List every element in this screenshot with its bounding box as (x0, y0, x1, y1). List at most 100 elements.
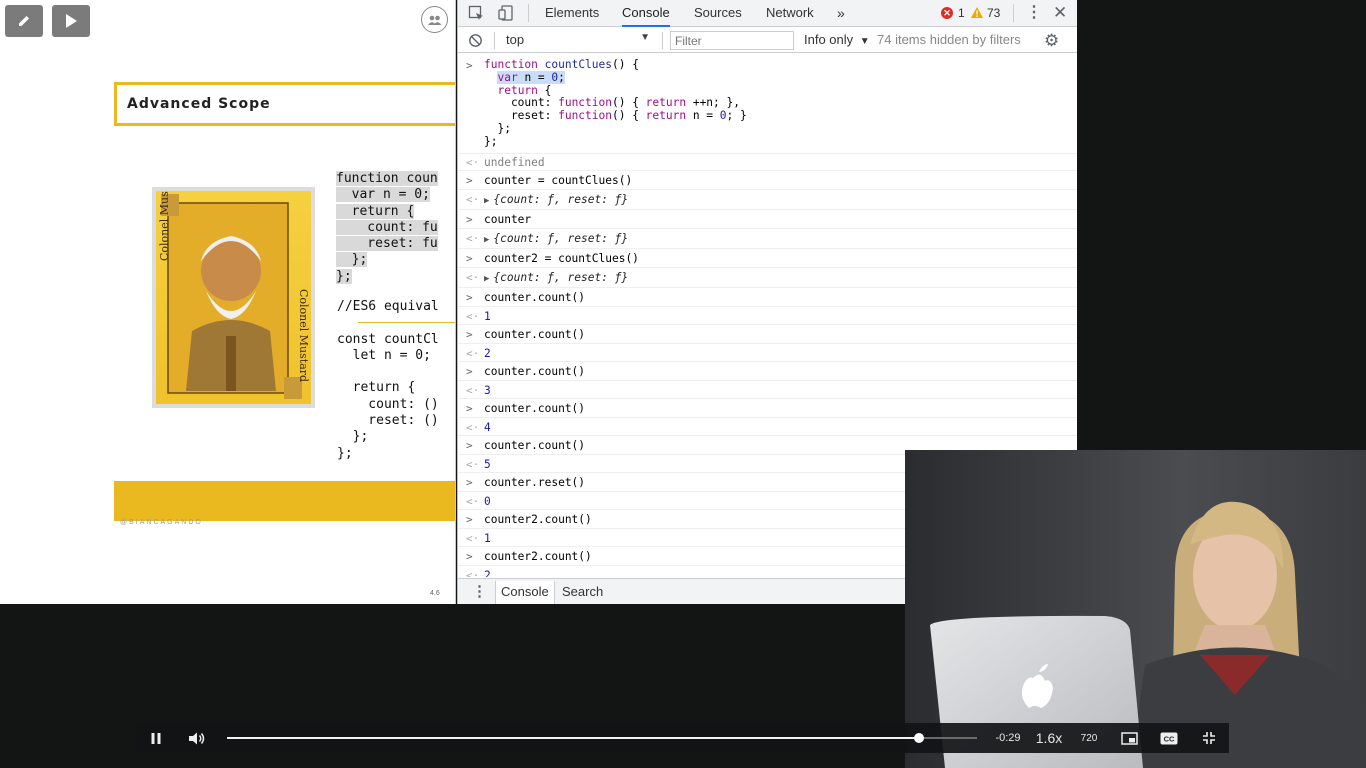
code-line: count: () (337, 397, 438, 413)
context-selector-label: top (506, 32, 525, 47)
object-preview: {count: ƒ, reset: ƒ} (493, 231, 629, 245)
exit-fullscreen-button[interactable] (1199, 723, 1219, 753)
log-level-dropdown-icon: ▼ (859, 36, 870, 47)
console-result-row: <· 3 (458, 381, 1077, 399)
drawer-tab-search[interactable]: Search (557, 581, 608, 604)
code-line: return { (336, 203, 438, 220)
toolbar-divider-2 (662, 32, 663, 49)
code-line: let n = 0; (337, 348, 439, 364)
inspect-element-icon[interactable] (468, 5, 484, 21)
drawer-menu-icon[interactable]: ⋮ (472, 582, 487, 600)
console-toolbar: top ▼ Info only ▼ 74 items hidden by fil… (458, 28, 1077, 53)
console-input-text: counter.count() (484, 401, 586, 415)
console-input-text: counter (484, 212, 532, 226)
prompt-chevron-icon: > (466, 364, 473, 378)
object-preview: {count: ƒ, reset: ƒ} (493, 192, 629, 206)
filter-input[interactable] (670, 31, 794, 50)
progress-fill (227, 737, 920, 739)
console-input-text: counter = countClues() (484, 173, 633, 187)
code-line-text: }; (336, 252, 368, 268)
console-result-value: 2 (484, 346, 491, 360)
error-icon[interactable]: ✕ (941, 7, 953, 19)
result-arrow-icon: <· (466, 270, 480, 284)
captions-button[interactable]: CC (1159, 723, 1179, 753)
log-level-select[interactable]: Info only ▼ (804, 32, 870, 47)
error-count[interactable]: 1 (958, 0, 965, 27)
progress-handle[interactable] (914, 733, 925, 743)
pause-icon (151, 732, 161, 744)
expand-triangle-icon[interactable]: ▶ (484, 196, 489, 206)
code-line: }; (336, 268, 438, 285)
picture-in-picture-button[interactable] (1119, 723, 1139, 753)
slide-title: Advanced Scope (127, 96, 271, 112)
code-line: var n = 0; (336, 187, 438, 203)
clear-console-icon[interactable] (468, 33, 483, 48)
video-controls: -0:29 1.6x 720 CC (137, 723, 1229, 753)
volume-icon (189, 732, 205, 744)
code-block-es6: //ES6 equival const countCl let n = 0; re… (337, 299, 439, 462)
slide: Advanced Scope Colonel Mustard Colonel M… (0, 0, 456, 604)
code-line-text: //ES6 equival (337, 299, 439, 314)
console-result-value[interactable]: ▶ {count: ƒ, reset: ƒ} (458, 229, 1077, 245)
result-arrow-icon: <· (466, 420, 480, 434)
warning-count[interactable]: 73 (987, 0, 1000, 27)
kebab-menu-icon[interactable]: ⋮ (1026, 0, 1042, 27)
more-tabs-button[interactable]: » (837, 0, 845, 27)
console-result-row: <· 2 (458, 344, 1077, 362)
prompt-chevron-icon: > (466, 438, 473, 452)
expand-triangle-icon[interactable]: ▶ (484, 235, 489, 245)
progress-bar[interactable] (227, 733, 977, 743)
console-input-row: > counter (458, 210, 1077, 229)
result-arrow-icon: <· (466, 346, 480, 360)
devtools-tabbar: Elements Console Sources Network » ✕ 1 7… (458, 0, 1077, 27)
code-line: const countCl (337, 332, 439, 348)
presenter-webcam (905, 450, 1366, 768)
console-settings-gear-icon[interactable]: ⚙ (1044, 31, 1059, 51)
result-value: undefined (484, 155, 545, 169)
log-level-label: Info only (804, 32, 854, 47)
hidden-items-note: 74 items hidden by filters (877, 32, 1021, 47)
tab-console[interactable]: Console (622, 0, 670, 27)
captions-icon: CC (1160, 732, 1178, 744)
console-input-row: > counter.count() (458, 325, 1077, 344)
prompt-chevron-icon: > (466, 549, 473, 563)
code-block-es5: function coun var n = 0; return { count:… (336, 171, 438, 285)
console-result-value[interactable]: ▶ {count: ƒ, reset: ƒ} (458, 190, 1077, 206)
console-input-text: counter.count() (484, 290, 586, 304)
expand-triangle-icon[interactable]: ▶ (484, 274, 489, 284)
volume-button[interactable] (185, 723, 209, 753)
device-toolbar-icon[interactable] (498, 5, 514, 21)
slide-footer-bar (114, 481, 455, 521)
people-glyph (428, 15, 442, 25)
playback-speed-button[interactable]: 1.6x (1033, 723, 1065, 753)
pen-tool-button[interactable] (5, 5, 43, 37)
quality-button[interactable]: 720 (1077, 723, 1101, 753)
pause-button[interactable] (145, 723, 167, 753)
result-arrow-icon: <· (466, 309, 480, 323)
users-icon[interactable] (421, 6, 448, 33)
console-input-row: > counter.count() (458, 362, 1077, 381)
tab-sources[interactable]: Sources (694, 0, 742, 27)
slide-page-number: 4.6 (430, 590, 440, 597)
code-line-text: return { (336, 203, 415, 219)
code-line-text: return { (337, 380, 416, 396)
prompt-chevron-icon: > (466, 512, 473, 526)
play-slides-button[interactable] (52, 5, 90, 37)
result-arrow-icon: <· (466, 568, 480, 577)
prompt-chevron-icon: > (466, 290, 473, 304)
code-line-text: count: fu (336, 219, 438, 235)
code-line-text: reset: fu (336, 236, 438, 252)
console-result-row: <· 1 (458, 307, 1077, 325)
code-line: //ES6 equival (337, 299, 439, 315)
result-arrow-icon: <· (466, 531, 480, 545)
warning-icon[interactable] (970, 6, 984, 19)
code-line-text: }; (337, 429, 369, 445)
console-result-value[interactable]: ▶ {count: ƒ, reset: ƒ} (458, 268, 1077, 284)
drawer-tab-console[interactable]: Console (495, 581, 555, 604)
colonel-mustard-portrait (161, 194, 302, 399)
context-selector[interactable]: top ▼ (506, 32, 652, 50)
code-line: }; (337, 446, 439, 462)
tab-network[interactable]: Network (766, 0, 814, 27)
tab-elements[interactable]: Elements (545, 0, 599, 27)
close-devtools-icon[interactable]: ✕ (1053, 0, 1067, 27)
